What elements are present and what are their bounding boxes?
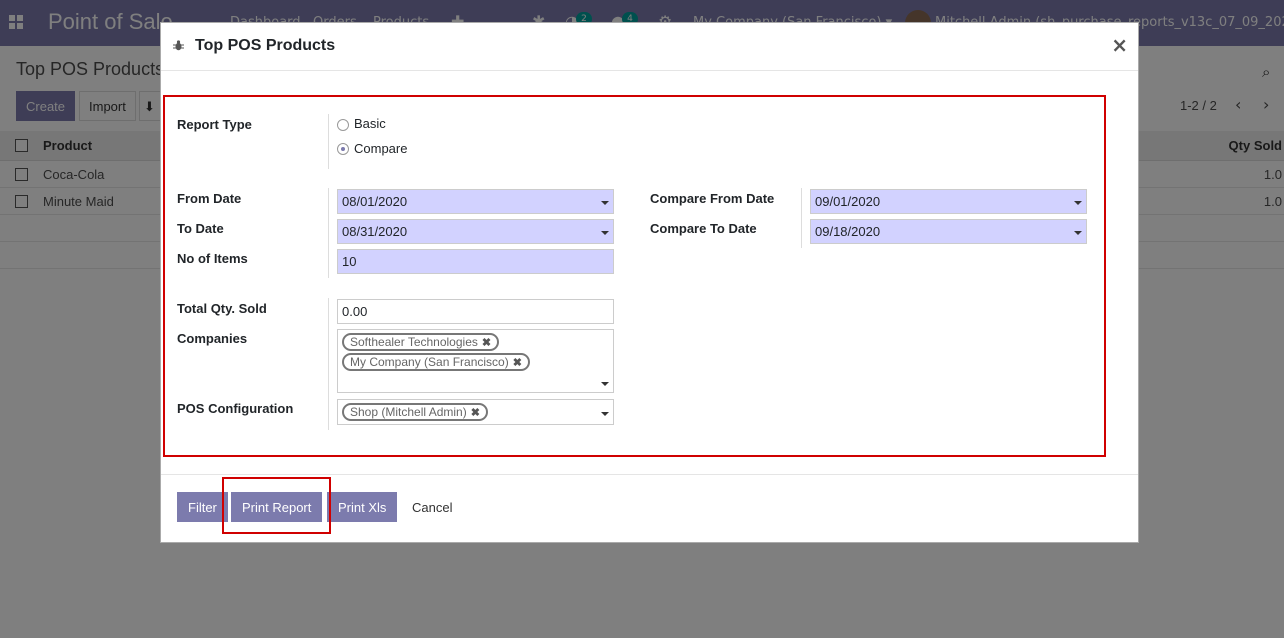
separator [328, 114, 329, 169]
chevron-down-icon[interactable] [1074, 201, 1082, 205]
separator [328, 298, 329, 430]
modal-footer: Filter Print Report Print Xls Cancel [161, 474, 1138, 544]
separator [801, 188, 802, 248]
pos-configuration-label: POS Configuration [177, 401, 294, 416]
compare-from-date-label: Compare From Date [650, 191, 775, 206]
to-date-input[interactable]: 08/31/2020 [337, 219, 614, 244]
from-date-value: 08/01/2020 [342, 194, 408, 209]
pos-config-tag: Shop (Mitchell Admin) ✖ [342, 403, 488, 421]
pos-config-tag-label: Shop (Mitchell Admin) [350, 405, 467, 419]
radio-compare[interactable] [337, 143, 349, 155]
radio-basic-label[interactable]: Basic [354, 116, 386, 131]
modal-title: Top POS Products [195, 37, 336, 54]
modal-header: Top POS Products × [161, 23, 1138, 71]
chevron-down-icon[interactable] [601, 412, 609, 416]
chevron-down-icon[interactable] [601, 382, 609, 386]
company-tag-label: My Company (San Francisco) [350, 355, 509, 369]
print-xls-button[interactable]: Print Xls [327, 492, 398, 522]
annotation-highlight-form [163, 95, 1106, 457]
compare-from-date-input[interactable]: 09/01/2020 [810, 189, 1087, 214]
radio-basic[interactable] [337, 119, 349, 131]
compare-to-date-label: Compare To Date [650, 221, 757, 236]
to-date-value: 08/31/2020 [342, 224, 408, 239]
from-date-input[interactable]: 08/01/2020 [337, 189, 614, 214]
chevron-down-icon[interactable] [601, 231, 609, 235]
to-date-label: To Date [177, 221, 224, 236]
filter-button[interactable]: Filter [177, 492, 228, 522]
chevron-down-icon[interactable] [1074, 231, 1082, 235]
total-qty-sold-value: 0.00 [342, 304, 368, 319]
compare-to-date-value: 09/18/2020 [815, 224, 881, 239]
company-tag-label: Softhealer Technologies [350, 335, 478, 349]
compare-to-date-input[interactable]: 09/18/2020 [810, 219, 1087, 244]
no-of-items-label: No of Items [177, 251, 248, 266]
bug-icon [173, 40, 184, 51]
remove-tag-icon[interactable]: ✖ [471, 407, 480, 419]
no-of-items-value: 10 [342, 254, 357, 269]
no-of-items-input[interactable]: 10 [337, 249, 614, 274]
total-qty-sold-label: Total Qty. Sold [177, 301, 267, 316]
from-date-label: From Date [177, 191, 242, 206]
total-qty-sold-input[interactable]: 0.00 [337, 299, 614, 324]
separator [328, 188, 329, 278]
pos-configuration-many2many-field[interactable]: Shop (Mitchell Admin) ✖ [337, 399, 614, 425]
radio-compare-label[interactable]: Compare [354, 141, 407, 156]
remove-tag-icon[interactable]: ✖ [482, 337, 491, 349]
report-type-label: Report Type [177, 117, 252, 132]
remove-tag-icon[interactable]: ✖ [513, 357, 522, 369]
chevron-down-icon[interactable] [601, 201, 609, 205]
compare-from-date-value: 09/01/2020 [815, 194, 881, 209]
print-report-button[interactable]: Print Report [231, 492, 323, 522]
company-tag: Softhealer Technologies ✖ [342, 333, 500, 351]
top-pos-products-dialog: Top POS Products × Report Type Basic Com… [160, 22, 1139, 543]
companies-label: Companies [177, 331, 248, 346]
cancel-button[interactable]: Cancel [401, 492, 463, 522]
close-icon[interactable]: × [1111, 33, 1128, 57]
company-tag: My Company (San Francisco) ✖ [342, 353, 530, 371]
companies-many2many-field[interactable]: Softhealer Technologies ✖ My Company (San… [337, 329, 614, 393]
